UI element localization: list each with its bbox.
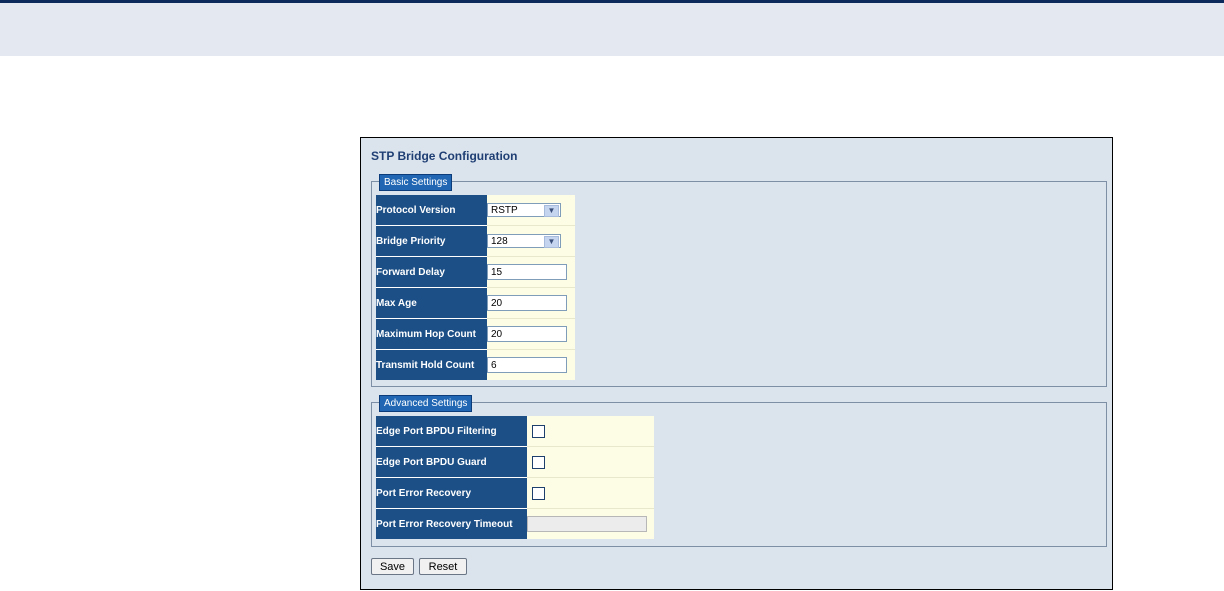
- basic-settings-group: Basic Settings Protocol Version RSTP ▼ B…: [371, 174, 1107, 387]
- table-row: Port Error Recovery Timeout: [376, 508, 654, 539]
- transmit-hold-count-label: Transmit Hold Count: [376, 349, 487, 380]
- stp-bridge-config-panel: STP Bridge Configuration Basic Settings …: [360, 137, 1113, 590]
- maximum-hop-count-input[interactable]: 20: [487, 326, 567, 342]
- reset-button[interactable]: Reset: [419, 558, 467, 575]
- table-row: Bridge Priority 128 ▼: [376, 225, 575, 257]
- port-error-recovery-label: Port Error Recovery: [376, 477, 527, 509]
- table-row: Max Age 20: [376, 287, 575, 319]
- table-row: Edge Port BPDU Filtering: [376, 416, 654, 447]
- protocol-version-label: Protocol Version: [376, 195, 487, 226]
- advanced-settings-legend: Advanced Settings: [379, 395, 473, 412]
- edge-port-bpdu-filtering-checkbox[interactable]: [532, 424, 545, 438]
- protocol-version-select[interactable]: RSTP ▼: [487, 203, 561, 217]
- basic-settings-table: Protocol Version RSTP ▼ Bridge Priority …: [376, 195, 575, 380]
- advanced-settings-group: Advanced Settings Edge Port BPDU Filteri…: [371, 395, 1107, 547]
- port-error-recovery-timeout-label: Port Error Recovery Timeout: [376, 508, 527, 539]
- page-title: STP Bridge Configuration: [371, 149, 518, 163]
- basic-settings-legend: Basic Settings: [379, 174, 453, 191]
- forward-delay-input[interactable]: 15: [487, 264, 567, 280]
- bridge-priority-value: 128: [491, 236, 508, 247]
- table-row: Transmit Hold Count 6: [376, 349, 575, 380]
- bridge-priority-label: Bridge Priority: [376, 225, 487, 257]
- table-row: Protocol Version RSTP ▼: [376, 195, 575, 226]
- max-age-input[interactable]: 20: [487, 295, 567, 311]
- transmit-hold-count-input[interactable]: 6: [487, 357, 567, 373]
- bridge-priority-select[interactable]: 128 ▼: [487, 234, 561, 248]
- save-button[interactable]: Save: [371, 558, 414, 575]
- header-band: [0, 3, 1224, 56]
- table-row: Maximum Hop Count 20: [376, 318, 575, 350]
- protocol-version-value: RSTP: [491, 205, 518, 216]
- port-error-recovery-timeout-input[interactable]: [527, 516, 647, 532]
- table-row: Port Error Recovery: [376, 477, 654, 509]
- edge-port-bpdu-guard-label: Edge Port BPDU Guard: [376, 446, 527, 478]
- chevron-down-icon: ▼: [544, 236, 559, 248]
- advanced-settings-table: Edge Port BPDU Filtering Edge Port BPDU …: [376, 416, 654, 539]
- max-age-label: Max Age: [376, 287, 487, 319]
- chevron-down-icon: ▼: [544, 205, 559, 217]
- edge-port-bpdu-filtering-label: Edge Port BPDU Filtering: [376, 416, 527, 447]
- table-row: Forward Delay 15: [376, 256, 575, 288]
- edge-port-bpdu-guard-checkbox[interactable]: [532, 455, 545, 469]
- table-row: Edge Port BPDU Guard: [376, 446, 654, 478]
- port-error-recovery-checkbox[interactable]: [532, 486, 545, 500]
- maximum-hop-count-label: Maximum Hop Count: [376, 318, 487, 350]
- forward-delay-label: Forward Delay: [376, 256, 487, 288]
